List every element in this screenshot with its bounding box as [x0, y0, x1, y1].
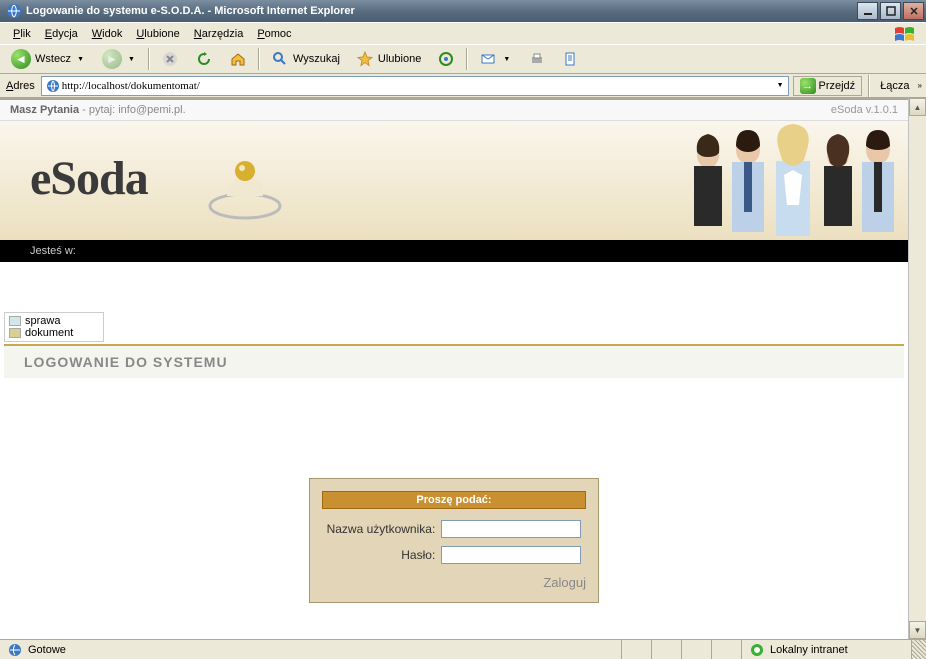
login-submit-link[interactable]: Zaloguj [322, 569, 586, 590]
address-label: Adres [4, 80, 37, 92]
home-button[interactable] [222, 48, 254, 70]
minimize-button[interactable] [857, 2, 878, 20]
go-arrow-icon: → [800, 78, 816, 94]
status-bar: Gotowe Lokalny intranet [0, 639, 926, 659]
go-label: Przejdź [819, 80, 856, 92]
menu-favorites[interactable]: Ulubione [129, 26, 186, 42]
scroll-up-button[interactable]: ▲ [909, 98, 926, 116]
section-title: LOGOWANIE DO SYSTEMU [4, 346, 904, 378]
edit-button[interactable] [555, 48, 587, 70]
legend-label-dokument: dokument [25, 327, 73, 339]
search-icon [271, 50, 289, 68]
mail-button[interactable]: ▼ [472, 48, 519, 70]
chevron-down-icon[interactable]: ▼ [775, 82, 786, 89]
forward-arrow-icon: ► [102, 49, 122, 69]
maximize-button[interactable] [880, 2, 901, 20]
search-button[interactable]: Wyszukaj [264, 48, 347, 70]
scroll-down-button[interactable]: ▼ [909, 621, 926, 639]
stop-icon [161, 50, 179, 68]
logo-orb-icon [205, 156, 285, 226]
history-icon [437, 50, 455, 68]
refresh-icon [195, 50, 213, 68]
page-icon [44, 77, 62, 95]
top-hint: Masz Pytania - pytaj: info@pemi.pl. eSod… [0, 100, 908, 120]
menu-help[interactable]: Pomoc [250, 26, 298, 42]
vertical-scrollbar[interactable]: ▲ ▼ [908, 98, 926, 639]
print-icon [528, 50, 546, 68]
login-form: Proszę podać: Nazwa użytkownika: Hasło: … [309, 478, 599, 603]
favorites-button[interactable]: Ulubione [349, 48, 428, 70]
menu-edit[interactable]: Edycja [38, 26, 85, 42]
back-button[interactable]: ◄ Wstecz ▼ [4, 48, 93, 70]
star-icon [356, 50, 374, 68]
header-banner: eSoda [0, 120, 908, 240]
hint-rest: - pytaj: info@pemi.pl. [79, 104, 186, 116]
home-icon [229, 50, 247, 68]
menu-view[interactable]: Widok [85, 26, 130, 42]
username-label: Nazwa użytkownika: [324, 517, 437, 541]
chevron-down-icon: ▼ [501, 56, 512, 63]
back-arrow-icon: ◄ [11, 49, 31, 69]
go-button[interactable]: → Przejdź [793, 76, 863, 96]
links-label[interactable]: Łącza [876, 80, 913, 92]
people-image [678, 120, 908, 240]
chevron-down-icon: ▼ [126, 56, 137, 63]
ie-small-icon [6, 641, 24, 659]
username-input[interactable] [441, 520, 581, 538]
status-cell [652, 640, 682, 659]
forward-button[interactable]: ► ▼ [95, 48, 144, 70]
legend-label-sprawa: sprawa [25, 315, 60, 327]
version-label: eSoda v.1.0.1 [831, 104, 898, 116]
legend-box: sprawa dokument [4, 312, 104, 342]
status-ready: Gotowe [0, 640, 622, 659]
address-bar: Adres ▼ → Przejdź Łącza » [0, 74, 926, 98]
ie-icon [6, 3, 22, 19]
chevron-down-icon: ▼ [75, 56, 86, 63]
content-viewport: Masz Pytania - pytaj: info@pemi.pl. eSod… [0, 98, 908, 639]
status-cell [712, 640, 742, 659]
zone-icon [748, 641, 766, 659]
status-cell [622, 640, 652, 659]
status-cell [682, 640, 712, 659]
close-button[interactable] [903, 2, 924, 20]
breadcrumb-label: Jesteś w: [30, 245, 76, 257]
edit-icon [562, 50, 580, 68]
stop-button[interactable] [154, 48, 186, 70]
refresh-button[interactable] [188, 48, 220, 70]
window-title: Logowanie do systemu e-S.O.D.A. - Micros… [26, 5, 355, 17]
search-label: Wyszukaj [293, 53, 340, 65]
menu-file[interactable]: Plik [6, 26, 38, 42]
menu-bar: Plik Edycja Widok Ulubione Narzędzia Pom… [0, 22, 926, 44]
menu-tools[interactable]: Narzędzia [187, 26, 251, 42]
print-button[interactable] [521, 48, 553, 70]
url-input[interactable] [62, 80, 775, 92]
login-header: Proszę podać: [322, 491, 586, 509]
navigation-toolbar: ◄ Wstecz ▼ ► ▼ Wyszukaj Ulubione ▼ [0, 44, 926, 74]
resize-grip[interactable] [912, 640, 926, 659]
hint-bold: Masz Pytania [10, 104, 79, 116]
status-zone: Lokalny intranet [742, 640, 912, 659]
favorites-label: Ulubione [378, 53, 421, 65]
back-label: Wstecz [35, 53, 71, 65]
windows-flag-icon [888, 25, 920, 43]
mail-icon [479, 50, 497, 68]
password-label: Hasło: [324, 543, 437, 567]
legend-swatch-dokument [9, 328, 21, 338]
breadcrumb-bar: Jesteś w: [0, 240, 908, 262]
window-titlebar: Logowanie do systemu e-S.O.D.A. - Micros… [0, 0, 926, 22]
esoda-logo: eSoda [30, 151, 148, 206]
password-input[interactable] [441, 546, 581, 564]
links-chevron-icon[interactable]: » [918, 81, 922, 90]
legend-swatch-sprawa [9, 316, 21, 326]
url-field-container[interactable]: ▼ [41, 76, 789, 96]
media-button[interactable] [430, 48, 462, 70]
